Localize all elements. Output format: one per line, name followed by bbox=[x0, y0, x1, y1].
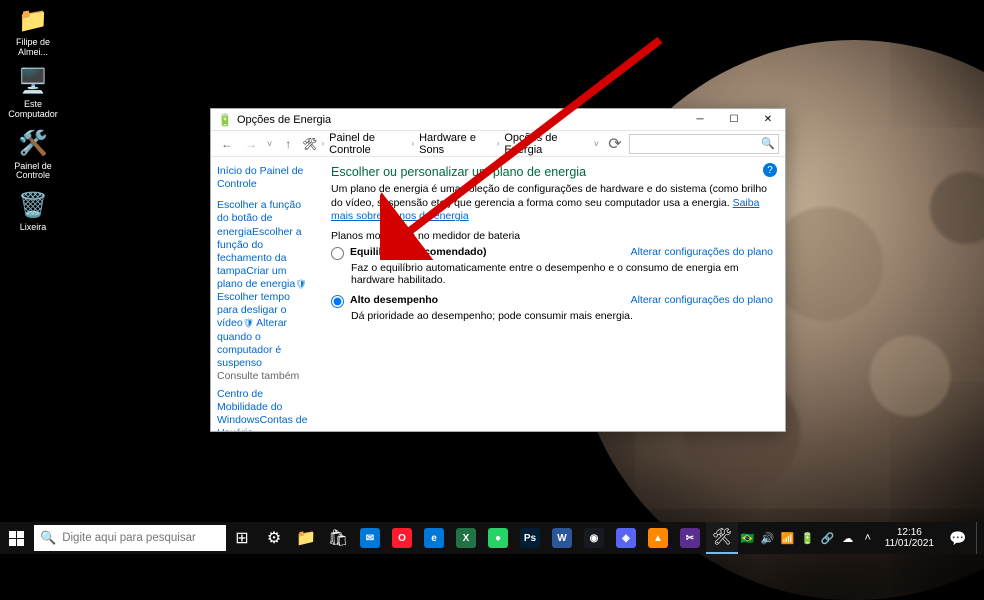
see-also-heading: Consulte também bbox=[217, 370, 313, 382]
whatsapp-icon: ● bbox=[488, 528, 508, 548]
this-pc-icon: 🖥️ bbox=[17, 66, 49, 98]
opera-icon: O bbox=[392, 528, 412, 548]
help-icon[interactable]: ? bbox=[763, 163, 777, 177]
plan-label[interactable]: Equilibrado (recomendado) bbox=[350, 246, 487, 258]
plan-description: Faz o equilíbrio automaticamente entre o… bbox=[351, 262, 773, 286]
tray-icon[interactable]: 📶 bbox=[779, 522, 797, 554]
back-button[interactable]: ← bbox=[217, 134, 237, 154]
desktop-icon-label: Este Computador bbox=[4, 100, 62, 120]
steam-icon: ◉ bbox=[584, 528, 604, 548]
address-dropdown[interactable]: ˅ bbox=[592, 139, 601, 149]
main-content: ? Escolher ou personalizar um plano de e… bbox=[319, 157, 785, 431]
notification-center-button[interactable]: 💬 bbox=[942, 522, 974, 554]
tray-icon[interactable]: 🔊 bbox=[759, 522, 777, 554]
taskbar-app-vlc[interactable]: ▲ bbox=[642, 522, 674, 554]
taskbar-app-snipping[interactable]: ✂ bbox=[674, 522, 706, 554]
desktop-icon-label: Lixeira bbox=[20, 223, 47, 233]
close-button[interactable]: ✕ bbox=[751, 109, 785, 131]
taskbar-app-steam[interactable]: ◉ bbox=[578, 522, 610, 554]
tray-icon[interactable]: ☁ bbox=[839, 522, 857, 554]
control-panel-icon: 🛠 bbox=[302, 137, 317, 151]
taskbar-app-photoshop[interactable]: Ps bbox=[514, 522, 546, 554]
tray-icon[interactable]: 🔗 bbox=[819, 522, 837, 554]
power-options-window: 🔋 Opções de Energia ─ ☐ ✕ ← → ˅ ↑ 🛠›Pain… bbox=[210, 108, 786, 432]
control-panel-icon: 🛠 bbox=[712, 527, 732, 547]
snipping-icon: ✂ bbox=[680, 528, 700, 548]
refresh-button[interactable]: ⟳ bbox=[605, 134, 625, 154]
taskbar-app-opera[interactable]: O bbox=[386, 522, 418, 554]
mail-icon: ✉ bbox=[360, 528, 380, 548]
desktop-icon-this-pc[interactable]: 🖥️Este Computador bbox=[4, 66, 62, 120]
window-title: Opções de Energia bbox=[237, 114, 683, 126]
taskbar-app-control-panel[interactable]: 🛠 bbox=[706, 522, 738, 554]
taskbar-app-word[interactable]: W bbox=[546, 522, 578, 554]
plan-radio[interactable] bbox=[331, 295, 344, 308]
tray-icon[interactable]: 🇧🇷 bbox=[739, 522, 757, 554]
windows-logo-icon bbox=[9, 531, 24, 546]
battery-icon: 🔋 bbox=[217, 112, 233, 128]
clock[interactable]: 12:16 11/01/2021 bbox=[879, 527, 940, 549]
power-plan-option[interactable]: Alto desempenho bbox=[331, 294, 438, 308]
desktop-icon-label: Filipe de Almei... bbox=[4, 38, 62, 58]
desktop-icon-label: Painel de Controle bbox=[4, 162, 62, 182]
taskbar-search-input[interactable] bbox=[62, 532, 220, 544]
discord-icon: ◈ bbox=[616, 528, 636, 548]
excel-icon: X bbox=[456, 528, 476, 548]
search-input[interactable] bbox=[629, 134, 779, 154]
change-plan-settings-link[interactable]: Alterar configurações do plano bbox=[631, 294, 773, 306]
change-plan-settings-link[interactable]: Alterar configurações do plano bbox=[631, 246, 773, 258]
recent-locations-button[interactable]: ˅ bbox=[265, 139, 274, 149]
taskbar-app-mail[interactable]: ✉ bbox=[354, 522, 386, 554]
breadcrumb-item[interactable]: Painel de Controle bbox=[326, 130, 409, 158]
taskbar-app-settings[interactable]: ⚙ bbox=[258, 522, 290, 554]
photoshop-icon: Ps bbox=[520, 528, 540, 548]
forward-button[interactable]: → bbox=[241, 134, 261, 154]
taskbar-app-edge[interactable]: e bbox=[418, 522, 450, 554]
search-icon: 🔍 bbox=[40, 530, 56, 546]
recycle-bin-icon: 🗑️ bbox=[17, 189, 49, 221]
desktop-icon-user-folder[interactable]: 📁Filipe de Almei... bbox=[4, 4, 62, 58]
file-explorer-icon: 📁 bbox=[296, 528, 316, 548]
taskbar-app-discord[interactable]: ◈ bbox=[610, 522, 642, 554]
address-bar: ← → ˅ ↑ 🛠›Painel de Controle›Hardware e … bbox=[211, 131, 785, 157]
plans-subheading: Planos mostrados no medidor de bateria bbox=[331, 230, 773, 242]
taskbar-app-store[interactable]: 🛍 bbox=[322, 522, 354, 554]
taskbar-app-file-explorer[interactable]: 📁 bbox=[290, 522, 322, 554]
edge-icon: e bbox=[424, 528, 444, 548]
plan-radio[interactable] bbox=[331, 247, 344, 260]
desktop-icon-recycle-bin[interactable]: 🗑️ Lixeira bbox=[4, 189, 62, 233]
tray-icon[interactable]: 🔋 bbox=[799, 522, 817, 554]
tray-icon[interactable]: ˄ bbox=[859, 522, 877, 554]
taskbar-app-whatsapp[interactable]: ● bbox=[482, 522, 514, 554]
start-button[interactable] bbox=[0, 522, 32, 554]
breadcrumb-path[interactable]: 🛠›Painel de Controle›Hardware e Sons›Opç… bbox=[302, 130, 587, 158]
user-folder-icon: 📁 bbox=[17, 4, 49, 36]
vlc-icon: ▲ bbox=[648, 528, 668, 548]
word-icon: W bbox=[552, 528, 572, 548]
titlebar[interactable]: 🔋 Opções de Energia ─ ☐ ✕ bbox=[211, 109, 785, 131]
breadcrumb-item[interactable]: Opções de Energia bbox=[501, 130, 587, 158]
breadcrumb-item[interactable]: Hardware e Sons bbox=[416, 130, 495, 158]
control-panel-icon: 🛠️ bbox=[17, 128, 49, 160]
power-plan-option[interactable]: Equilibrado (recomendado) bbox=[331, 246, 487, 260]
page-heading: Escolher ou personalizar um plano de ene… bbox=[331, 165, 773, 179]
sidebar-link-home[interactable]: Início do Painel de Controle bbox=[217, 165, 313, 191]
settings-icon: ⚙ bbox=[267, 528, 281, 548]
taskbar-search[interactable]: 🔍 bbox=[34, 525, 226, 551]
minimize-button[interactable]: ─ bbox=[683, 109, 717, 131]
taskbar-app-task-view[interactable]: ⊞ bbox=[226, 522, 258, 554]
show-desktop-button[interactable] bbox=[976, 522, 982, 554]
task-view-icon: ⊞ bbox=[235, 528, 248, 548]
store-icon: 🛍 bbox=[328, 528, 348, 548]
page-description: Um plano de energia é uma coleção de con… bbox=[331, 183, 773, 224]
up-button[interactable]: ↑ bbox=[278, 134, 298, 154]
taskbar: 🔍 ⊞ ⚙ 📁 🛍 ✉ OeX ● Ps W ◉ ◈ ▲ ✂ 🛠 🇧🇷🔊📶🔋🔗☁˄ 12:16 11/01… bbox=[0, 522, 984, 554]
desktop-icon-control-panel[interactable]: 🛠️Painel de Controle bbox=[4, 128, 62, 182]
maximize-button[interactable]: ☐ bbox=[717, 109, 751, 131]
plan-description: Dá prioridade ao desempenho; pode consum… bbox=[351, 310, 773, 322]
taskbar-app-excel[interactable]: X bbox=[450, 522, 482, 554]
plan-label[interactable]: Alto desempenho bbox=[350, 294, 438, 306]
sidebar: Início do Painel de Controle Escolher a … bbox=[211, 157, 319, 431]
